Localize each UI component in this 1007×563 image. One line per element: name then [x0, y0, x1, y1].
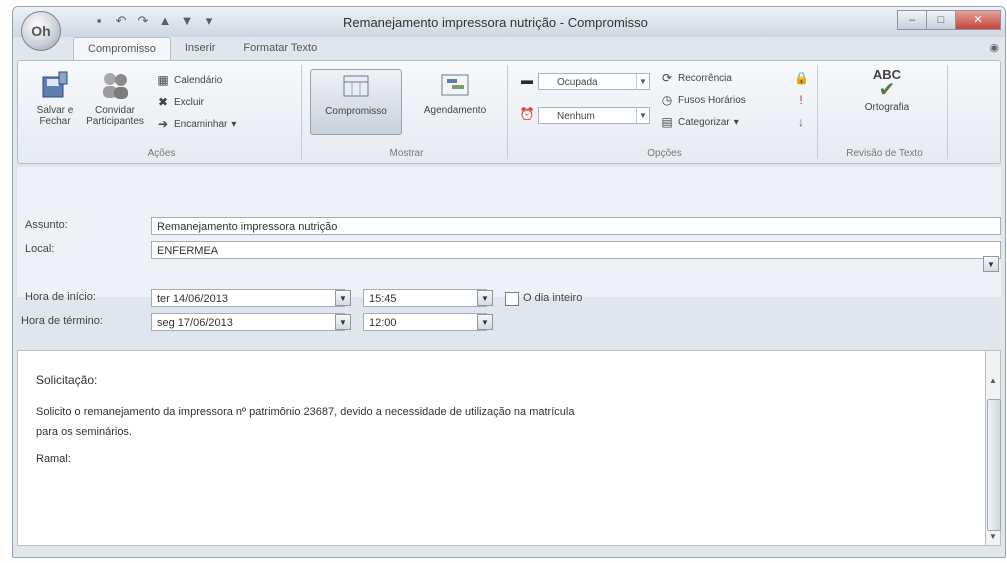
start-time-dropdown-button[interactable]: ▼ — [477, 290, 493, 306]
chevron-down-icon: ▼ — [636, 108, 649, 123]
down-arrow-icon[interactable]: ▼ — [179, 13, 195, 29]
save-close-icon — [42, 71, 68, 98]
private-lock-icon[interactable]: 🔒 — [794, 71, 809, 85]
tab-compromisso[interactable]: Compromisso — [73, 37, 171, 62]
body-line-4: Ramal: — [36, 453, 71, 465]
categorize-button[interactable]: ▤ Categorizar ▾ — [660, 115, 739, 129]
minimize-button[interactable]: – — [897, 10, 927, 30]
group-revisao: ABC ✔ Ortografia Revisão de Texto — [822, 65, 948, 159]
customize-qat-icon[interactable]: ▾ — [201, 13, 217, 29]
appointment-view-button[interactable]: Compromisso — [310, 69, 402, 135]
high-importance-icon[interactable]: ! — [794, 93, 808, 107]
window-controls: – □ ✕ — [897, 10, 1001, 30]
start-date-input[interactable]: ter 14/06/2013 — [151, 289, 345, 307]
scheduling-icon — [441, 74, 469, 96]
group-label-acoes: Ações — [147, 148, 176, 159]
show-as-color-icon: ▬ — [521, 73, 533, 87]
reminder-dropdown[interactable]: Nenhum ▼ — [538, 107, 650, 124]
reminder-icon: ⏰ — [519, 107, 535, 121]
quick-access-toolbar: ▪ ↶ ↷ ▲ ▼ ▾ — [91, 13, 217, 29]
tab-inserir[interactable]: Inserir — [171, 37, 230, 61]
delete-button[interactable]: ✖ Excluir — [156, 95, 204, 109]
office-button[interactable]: Oh — [21, 11, 61, 51]
group-opcoes: ▬ Ocupada ▼ ⏰ Nenhum ▼ ⟳ Recorrência ◷ Fus… — [512, 65, 818, 159]
body-line-3: para os seminários. — [36, 426, 132, 438]
appointment-fields: Assunto: Remanejamento impressora nutriç… — [17, 167, 1001, 307]
message-body[interactable]: Solicitação: Solicito o remanejamento da… — [17, 350, 985, 546]
save-close-button[interactable]: Salvar e Fechar — [26, 69, 84, 127]
recurrence-button[interactable]: ⟳ Recorrência — [660, 71, 732, 85]
end-date-dropdown-button[interactable]: ▼ — [335, 314, 351, 330]
window-title: Remanejamento impressora nutrição - Comp… — [343, 15, 648, 30]
group-acoes: Salvar e Fechar Convidar Participantes ▦… — [22, 65, 302, 159]
show-as-dropdown[interactable]: Ocupada ▼ — [538, 73, 650, 90]
chevron-down-icon: ▼ — [636, 74, 649, 89]
start-time-input[interactable]: 15:45 — [363, 289, 487, 307]
time-zones-button[interactable]: ◷ Fusos Horários — [660, 93, 746, 107]
ribbon-tabs: Compromisso Inserir Formatar Texto — [73, 37, 331, 62]
forward-icon: ➔ — [157, 117, 169, 131]
recurrence-icon: ⟳ — [661, 71, 673, 85]
maximize-button[interactable]: □ — [926, 10, 956, 30]
end-time-dropdown-button[interactable]: ▼ — [477, 314, 493, 330]
end-date-input[interactable]: seg 17/06/2013 — [151, 313, 345, 331]
vertical-scrollbar[interactable]: ▲ ▼ — [985, 350, 1001, 546]
ribbon: Salvar e Fechar Convidar Participantes ▦… — [17, 60, 1001, 164]
chevron-down-icon: ▾ — [231, 118, 237, 130]
scroll-down-icon[interactable]: ▼ — [986, 531, 1000, 543]
end-time-input[interactable]: 12:00 — [363, 313, 487, 331]
close-button[interactable]: ✕ — [955, 10, 1001, 30]
all-day-checkbox[interactable] — [505, 292, 519, 306]
subject-label: Assunto: — [25, 219, 68, 231]
group-mostrar: Compromisso Agendamento Mostrar — [306, 65, 508, 159]
body-line-1: Solicitação: — [36, 373, 98, 387]
appointment-icon — [343, 75, 369, 97]
title-bar: ▪ ↶ ↷ ▲ ▼ ▾ Remanejamento impressora nut… — [13, 7, 1005, 37]
calendar-button[interactable]: ▦ Calendário — [156, 73, 222, 87]
chevron-down-icon: ▾ — [733, 116, 739, 128]
tab-formatar-texto[interactable]: Formatar Texto — [229, 37, 331, 61]
end-time-label: Hora de término: — [21, 315, 103, 327]
group-label-revisao: Revisão de Texto — [846, 148, 923, 159]
body-line-2: Solicito o remanejamento da impressora n… — [36, 406, 575, 418]
up-arrow-icon[interactable]: ▲ — [157, 13, 173, 29]
people-icon — [103, 73, 128, 99]
subject-input[interactable]: Remanejamento impressora nutrição — [151, 217, 1001, 235]
help-icon[interactable]: ◉ — [989, 41, 999, 54]
forward-button[interactable]: ➔ Encaminhar ▾ — [156, 117, 236, 131]
spelling-button[interactable]: ABC ✔ Ortografia — [852, 68, 922, 113]
group-label-opcoes: Opções — [647, 148, 682, 159]
invite-attendees-button[interactable]: Convidar Participantes — [86, 69, 144, 127]
location-dropdown-button[interactable]: ▼ — [983, 256, 999, 272]
all-day-label: O dia inteiro — [523, 292, 583, 304]
scrollbar-thumb[interactable] — [987, 399, 1001, 531]
save-icon[interactable]: ▪ — [91, 13, 107, 29]
calendar-icon: ▦ — [157, 73, 169, 87]
redo-icon[interactable]: ↷ — [135, 13, 151, 29]
checkmark-icon: ✔ — [878, 79, 896, 101]
time-zones-icon: ◷ — [661, 93, 673, 107]
appointment-window: ▪ ↶ ↷ ▲ ▼ ▾ Remanejamento impressora nut… — [12, 6, 1006, 558]
group-label-mostrar: Mostrar — [389, 148, 424, 159]
start-time-label: Hora de início: — [25, 291, 96, 303]
location-label: Local: — [25, 243, 55, 255]
delete-icon: ✖ — [157, 95, 169, 109]
undo-icon[interactable]: ↶ — [113, 13, 129, 29]
low-importance-icon[interactable]: ↓ — [794, 115, 808, 129]
scroll-up-icon[interactable]: ▲ — [986, 375, 1000, 387]
scheduling-button[interactable]: Agendamento — [410, 69, 500, 116]
categorize-icon: ▤ — [661, 115, 673, 129]
start-date-dropdown-button[interactable]: ▼ — [335, 290, 351, 306]
location-input[interactable]: ENFERMEA — [151, 241, 1001, 259]
